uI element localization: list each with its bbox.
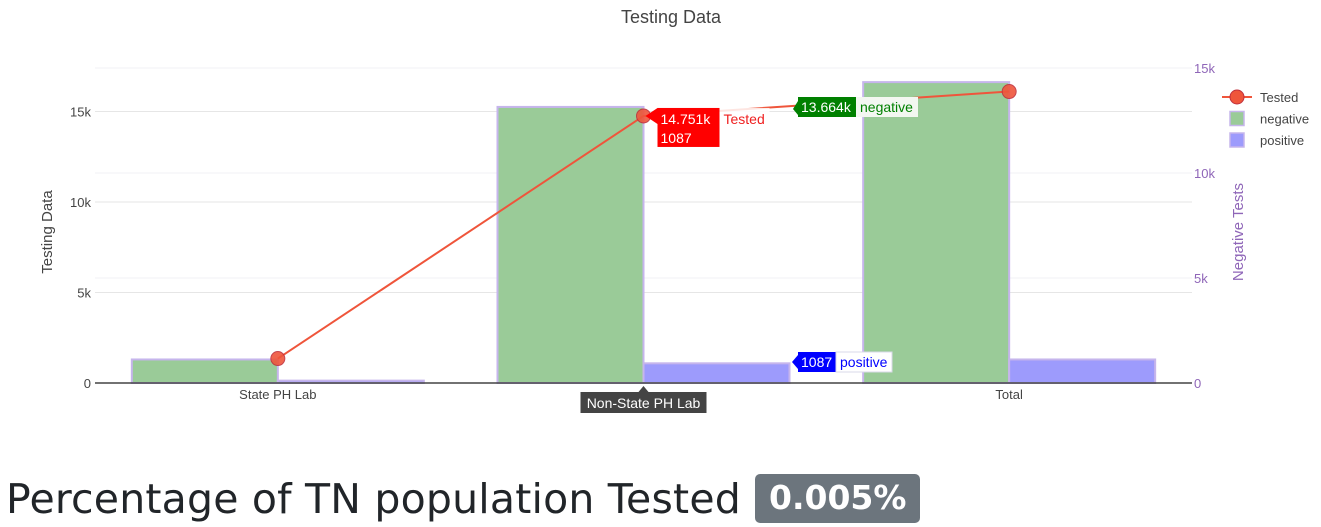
tested-hover-name: Tested <box>724 111 765 127</box>
chart-svg: Testing Data 0 5k 10k 15k Testing Data 0 5k 10k 1… <box>39 7 1309 413</box>
left-tick-label: 10k <box>70 195 91 210</box>
left-tick-label: 5k <box>77 285 91 300</box>
legend-negative-swatch <box>1229 110 1245 127</box>
x-hover-label: Non-State PH Lab <box>587 395 701 411</box>
bar-positive <box>1008 358 1157 384</box>
legend-positive-swatch <box>1229 132 1245 148</box>
tested-hover-value: 14.751k <box>661 111 712 127</box>
category-label: Total <box>995 387 1023 402</box>
percentage-badge: 0.005% <box>754 474 921 523</box>
right-axis-title: Negative Tests <box>1230 183 1247 281</box>
legend-positive-label: positive <box>1260 133 1304 148</box>
bar-negative <box>862 81 1011 384</box>
positive-hover-value: 1087 <box>801 354 832 370</box>
bar-negative <box>130 358 279 384</box>
positive-hover-name: positive <box>840 354 888 370</box>
negative-hover-name: negative <box>860 99 913 115</box>
negative-hover-pointer <box>793 101 798 115</box>
tested-marker <box>1001 84 1017 100</box>
legend-tested-swatch-marker <box>1229 89 1245 105</box>
category-label: State PH Lab <box>239 387 316 402</box>
negative-hover-value: 13.664k <box>801 99 852 115</box>
positive-hover-pointer <box>792 355 798 369</box>
bar-negative <box>496 105 645 384</box>
right-tick-label: 5k <box>1194 271 1208 286</box>
tested-marker <box>270 351 286 367</box>
bar-positive <box>642 362 791 385</box>
chart-title: Testing Data <box>621 7 722 27</box>
right-tick-label: 10k <box>1194 166 1215 181</box>
population-tested-row: Percentage of TN population Tested 0.005… <box>0 470 921 527</box>
legend-tested-label: Tested <box>1260 90 1298 105</box>
left-tick-label: 15k <box>70 104 91 119</box>
tested-hover-extra: 1087 <box>661 130 692 146</box>
right-tick-label: 0 <box>1194 376 1201 391</box>
testing-data-chart: Testing Data 0 5k 10k 15k Testing Data 0 5k 10k 1… <box>0 0 1321 440</box>
left-axis-title: Testing Data <box>39 190 56 274</box>
left-tick-label: 0 <box>84 376 91 391</box>
legend-negative-label: negative <box>1260 112 1309 127</box>
right-tick-label: 15k <box>1194 61 1215 76</box>
x-hover-pointer <box>638 386 649 392</box>
population-tested-heading: Percentage of TN population Tested <box>6 474 741 523</box>
